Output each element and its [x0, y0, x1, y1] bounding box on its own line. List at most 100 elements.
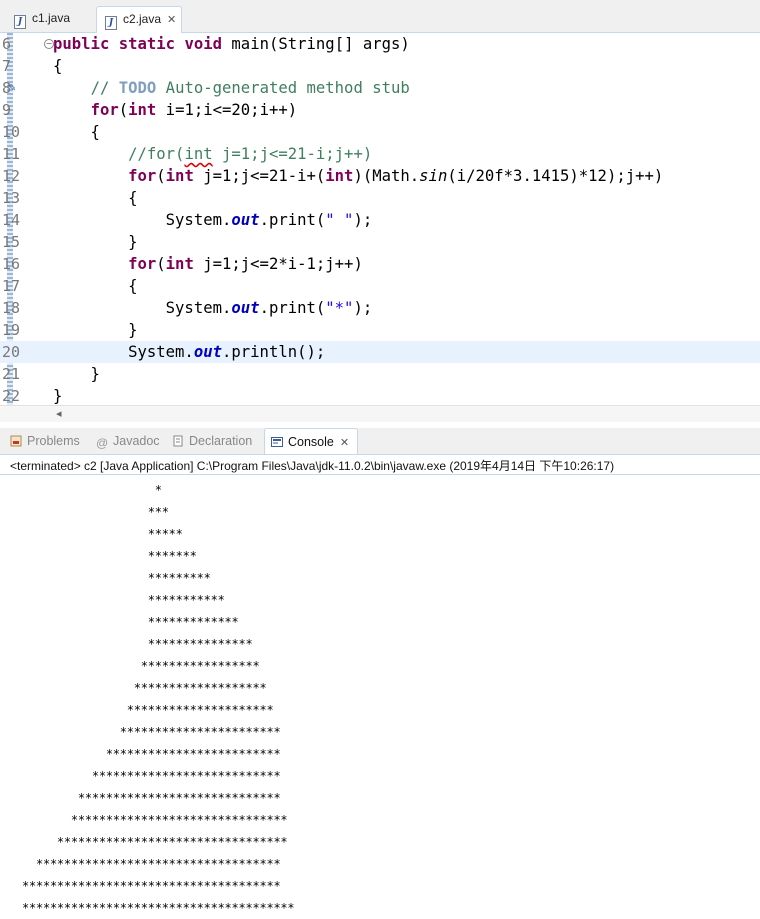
console-line: ***************** — [22, 659, 260, 673]
console-line: ******************* — [22, 681, 267, 695]
console-line: *********************************** — [22, 857, 281, 871]
code-line-current[interactable]: 20 System.out.println(); — [0, 341, 760, 363]
line-number: 22 — [2, 387, 21, 405]
code-text: public static void main(String[] args) — [53, 35, 410, 53]
editor-tab-bar: Jc1.java Jc2.java ✕ — [0, 0, 760, 33]
code-line[interactable]: 11 //for(int j=1;j<=21-i;j++) — [0, 143, 760, 165]
code-line[interactable]: 17 { — [0, 275, 760, 297]
console-line: ************************************* — [22, 879, 281, 893]
console-line: ********* — [22, 571, 211, 585]
code-text: { — [53, 57, 63, 75]
line-number: 20 — [2, 343, 21, 361]
code-line[interactable]: 15 } — [0, 231, 760, 253]
code-text: // TODO Auto-generated method stub — [90, 79, 410, 97]
tab-console[interactable]: Console ✕ — [264, 428, 359, 457]
line-number: 14 — [2, 211, 21, 229]
tab-c2-java[interactable]: Jc2.java ✕ — [96, 6, 182, 33]
code-text: System.out.print("*"); — [53, 299, 373, 317]
code-line[interactable]: 8 // TODO Auto-generated method stub — [0, 77, 760, 99]
line-number: 12 — [2, 167, 21, 185]
tab-label: Console — [288, 435, 334, 449]
close-icon[interactable]: ✕ — [167, 8, 176, 33]
console-line: *************** — [22, 637, 253, 651]
tab-label: Javadoc — [113, 434, 160, 448]
line-number: 11 — [2, 145, 21, 163]
line-number: 21 — [2, 365, 21, 383]
code-line[interactable]: 19 } — [0, 319, 760, 341]
tab-label: c1.java — [32, 11, 71, 25]
line-number: 16 — [2, 255, 21, 273]
code-text: { — [53, 189, 138, 207]
problems-icon — [10, 435, 22, 447]
code-line[interactable]: 18 System.out.print("*"); — [0, 297, 760, 319]
console-line: ******* — [22, 549, 197, 563]
line-number: 13 — [2, 189, 21, 207]
console-line: ***************************** — [22, 791, 281, 805]
console-output-area[interactable]: * *** ***** ******* ********* **********… — [0, 474, 760, 919]
tab-label: c2.java — [123, 12, 162, 26]
code-line[interactable]: 6− public static void main(String[] args… — [0, 33, 760, 55]
code-text: for(int j=1;j<=21-i+(int)(Math.sin(i/20f… — [128, 167, 664, 185]
console-status: <terminated> c2 [Java Application] C:\Pr… — [10, 459, 615, 473]
code-line[interactable]: 13 { — [0, 187, 760, 209]
code-text: } — [53, 387, 63, 405]
java-file-icon: J — [14, 15, 26, 29]
java-file-icon: J — [105, 16, 117, 30]
line-number: 6 — [2, 35, 12, 53]
code-line[interactable]: 14 System.out.print(" "); — [0, 209, 760, 231]
code-text: for(int i=1;i<=20;i++) — [90, 101, 298, 119]
console-line: *************************************** — [22, 901, 295, 915]
console-line: ********************* — [22, 703, 274, 717]
console-line: *************************** — [22, 769, 281, 783]
panel-tab-bar: Problems @ Javadoc Declaration Console ✕ — [0, 428, 760, 455]
console-line: *********************** — [22, 725, 281, 739]
declaration-icon — [173, 435, 183, 447]
console-icon — [271, 437, 283, 447]
code-editor[interactable]: 6− public static void main(String[] args… — [0, 33, 760, 405]
code-text: { — [53, 277, 138, 295]
code-text: { — [53, 123, 100, 141]
task-marker-icon[interactable]: ✎ — [8, 83, 20, 95]
code-line[interactable]: 16 for(int j=1;j<=2*i-1;j++) — [0, 253, 760, 275]
tab-javadoc[interactable]: @ Javadoc — [96, 428, 160, 454]
line-number: 18 — [2, 299, 21, 317]
console-line: ********************************* — [22, 835, 288, 849]
code-text: System.out.println(); — [53, 343, 326, 361]
line-number: 19 — [2, 321, 21, 339]
line-number: 15 — [2, 233, 21, 251]
code-text: } — [53, 365, 100, 383]
tab-declaration[interactable]: Declaration — [172, 428, 252, 454]
code-text: } — [53, 233, 138, 251]
line-number: 9 — [2, 101, 12, 119]
code-line[interactable]: 12 for(int j=1;j<=21-i+(int)(Math.sin(i/… — [0, 165, 760, 187]
close-icon[interactable]: ✕ — [340, 430, 349, 457]
console-line: ***** — [22, 527, 183, 541]
line-number: 10 — [2, 123, 21, 141]
scroll-left-icon[interactable]: ◂ — [56, 407, 62, 420]
console-line: * — [22, 483, 162, 497]
code-text: System.out.print(" "); — [53, 211, 373, 229]
tab-label: Problems — [27, 434, 80, 448]
line-number: 8 — [2, 79, 12, 97]
code-line[interactable]: 9 for(int i=1;i<=20;i++) — [0, 99, 760, 121]
console-line: ************* — [22, 615, 239, 629]
code-text: for(int j=1;j<=2*i-1;j++) — [128, 255, 363, 273]
at-sign-icon: @ — [96, 436, 109, 450]
console-output: * *** ***** ******* ********* **********… — [22, 479, 295, 919]
line-number: 7 — [2, 57, 12, 75]
line-number: 17 — [2, 277, 21, 295]
console-line: ************************* — [22, 747, 281, 761]
code-line[interactable]: 10 { — [0, 121, 760, 143]
tab-label: Declaration — [189, 434, 253, 448]
code-line[interactable]: 7 { — [0, 55, 760, 77]
console-line: ******************************* — [22, 813, 288, 827]
code-line[interactable]: 22 } — [0, 385, 760, 405]
tab-problems[interactable]: Problems — [10, 428, 80, 454]
code-text: //for(int j=1;j<=21-i;j++) — [128, 145, 373, 163]
console-line: *** — [22, 505, 169, 519]
tab-c1-java[interactable]: Jc1.java — [6, 6, 94, 32]
code-text: } — [53, 321, 138, 339]
code-line[interactable]: 21 } — [0, 363, 760, 385]
console-line: *********** — [22, 593, 225, 607]
horizontal-scrollbar[interactable]: ◂ — [0, 405, 760, 422]
